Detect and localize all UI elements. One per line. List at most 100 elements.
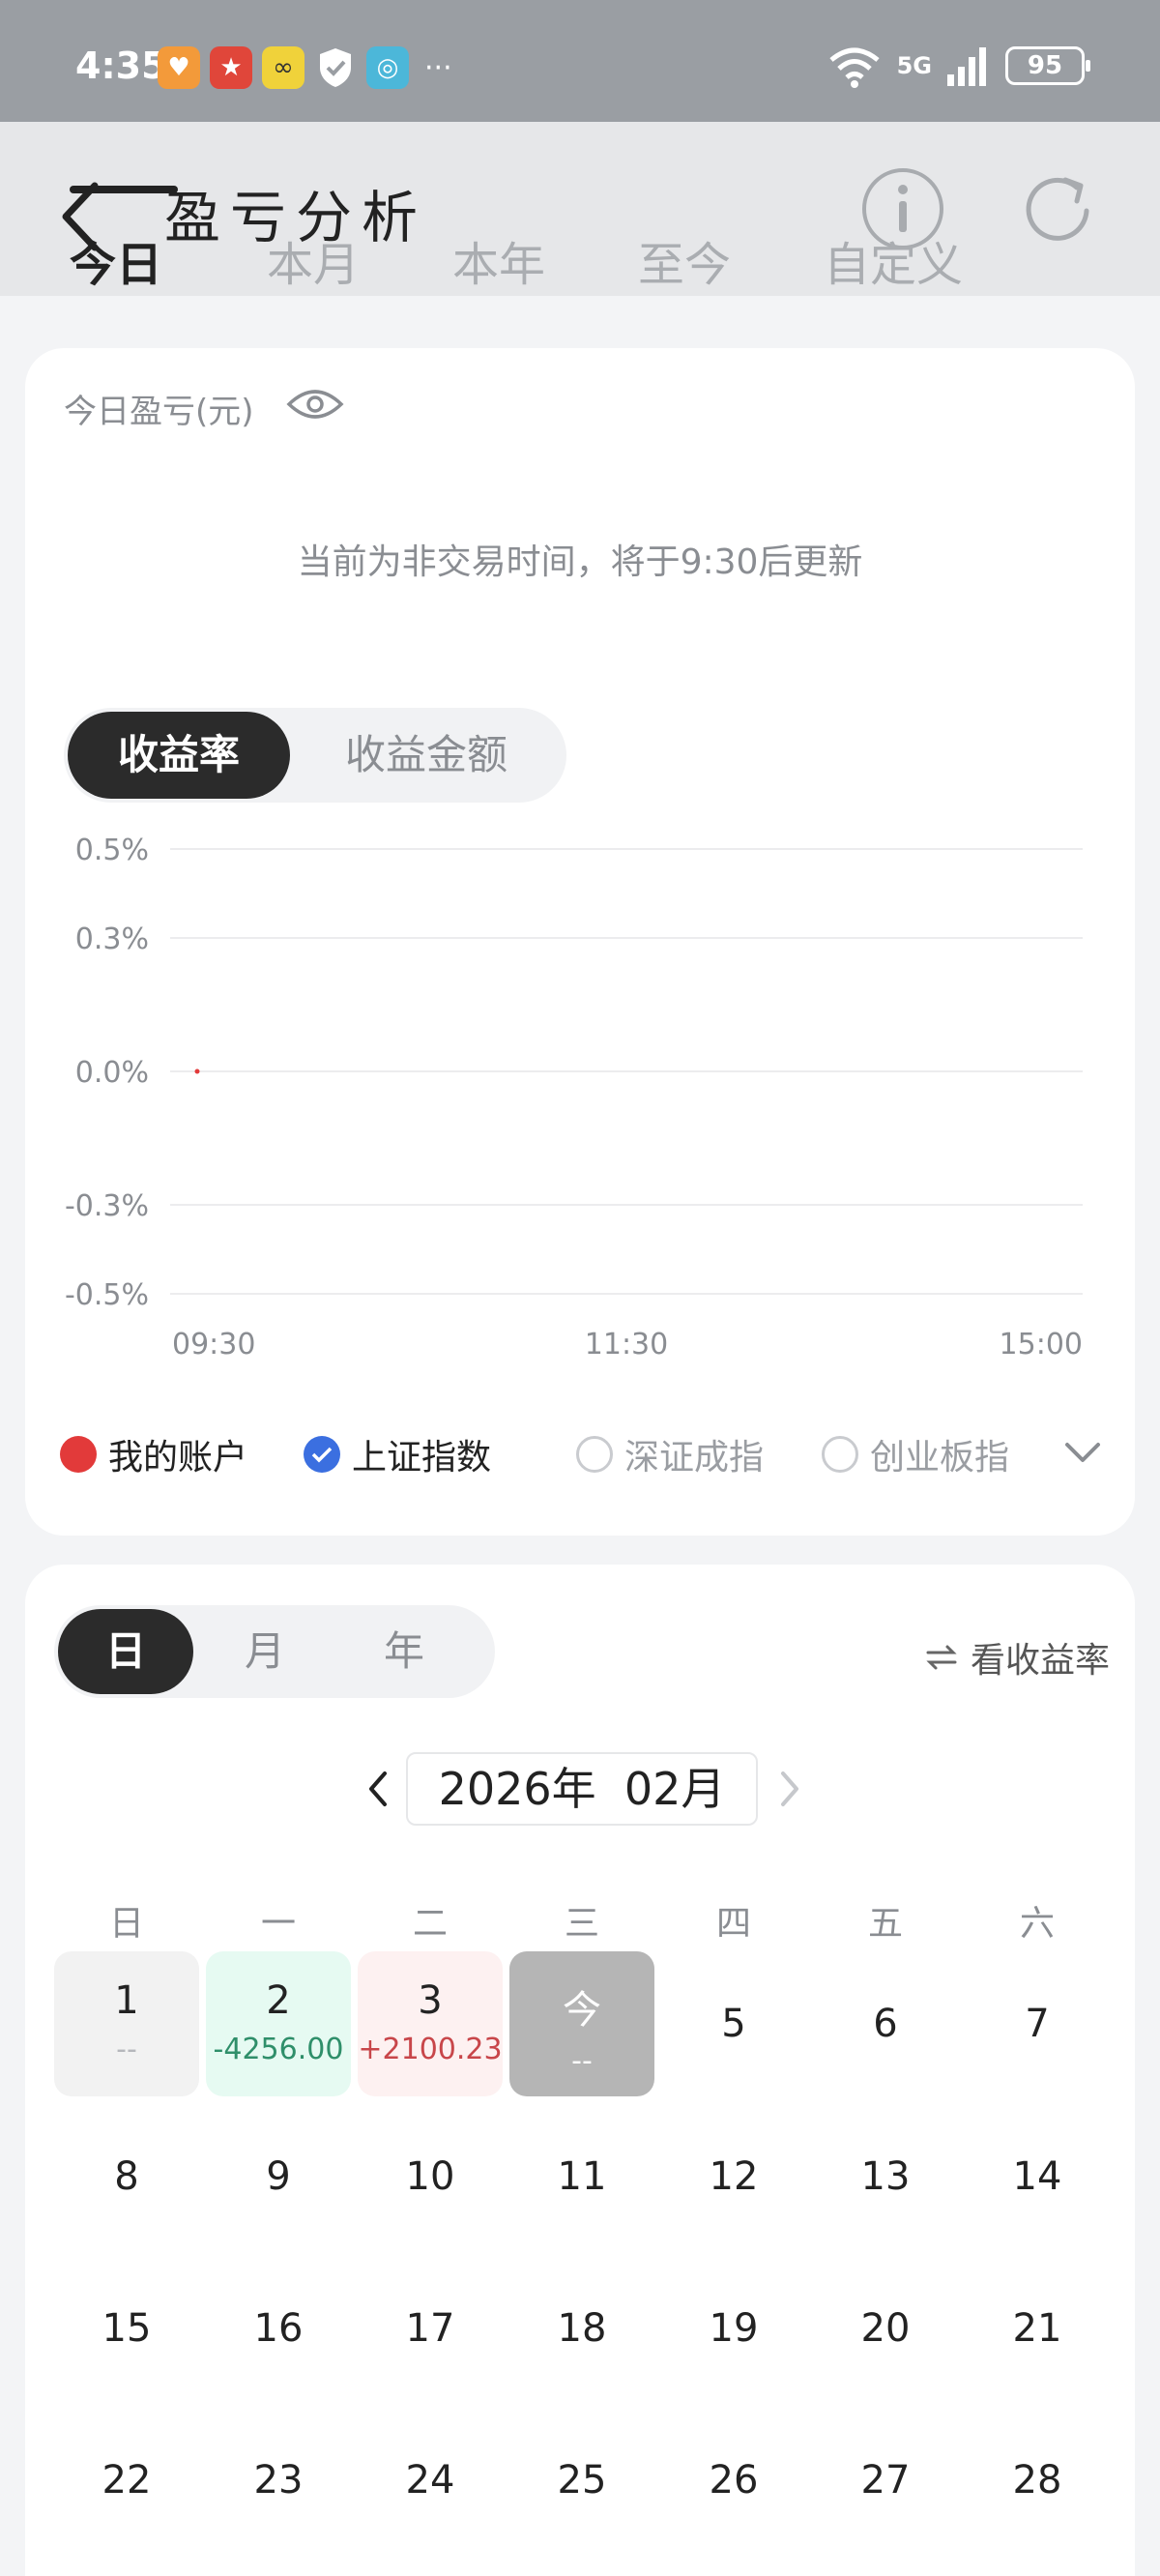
calendar-day[interactable]: 12 bbox=[661, 2104, 806, 2249]
calendar-day[interactable]: 5 bbox=[661, 1951, 806, 2096]
today-pnl-label: 今日盈亏(元) bbox=[64, 393, 254, 431]
calendar-day[interactable]: 22 bbox=[54, 2408, 199, 2553]
non-trading-notice: 当前为非交易时间，将于9:30后更新 bbox=[297, 542, 863, 582]
granularity-toggle: 日 月 年 bbox=[54, 1605, 495, 1698]
day-number: 3 bbox=[418, 1978, 443, 2023]
network-type: 5G bbox=[896, 52, 932, 79]
day-number: 22 bbox=[102, 2458, 152, 2503]
day-number: 17 bbox=[405, 2306, 455, 2351]
calendar-day[interactable]: 19 bbox=[661, 2256, 806, 2401]
calendar-day[interactable]: 13 bbox=[813, 2104, 958, 2249]
health-app-icon: ♥ bbox=[158, 46, 200, 89]
today-pnl-card: 今日盈亏(元) 当前为非交易时间，将于9:30后更新 收益率 收益金额 0.5%… bbox=[25, 348, 1135, 1536]
weekday-label: 一 bbox=[260, 1904, 296, 1944]
calendar-day[interactable]: 21 bbox=[965, 2256, 1110, 2401]
granularity-day[interactable]: 日 bbox=[58, 1609, 193, 1694]
calendar-day[interactable]: 7 bbox=[965, 1951, 1110, 2096]
day-number: 23 bbox=[253, 2458, 304, 2503]
day-number: 27 bbox=[860, 2458, 911, 2503]
day-number: 9 bbox=[266, 2154, 291, 2199]
chart-legend: 我的账户 上证指数 深证成指 创业板指 bbox=[60, 1429, 1104, 1487]
calendar-day[interactable]: 14 bbox=[965, 2104, 1110, 2249]
calendar-day[interactable]: 10 bbox=[358, 2104, 503, 2249]
day-number: 28 bbox=[1012, 2458, 1062, 2503]
y-tick-label: 0.3% bbox=[75, 922, 149, 956]
status-bar: 4:35 ♥ ★ ∞ ◎ ··· 5G 95 bbox=[0, 0, 1160, 122]
day-number: 8 bbox=[114, 2154, 139, 2199]
day-number: 21 bbox=[1012, 2306, 1062, 2351]
legend-chinext-index[interactable]: 创业板指 bbox=[822, 1429, 1009, 1479]
month-selector[interactable]: 2026年 02月 bbox=[406, 1752, 758, 1826]
day-number: 13 bbox=[860, 2154, 911, 2199]
calendar-day[interactable]: 16 bbox=[206, 2256, 351, 2401]
legend-sse-index[interactable]: 上证指数 bbox=[304, 1429, 491, 1479]
calendar-day[interactable]: 2 -4256.00 bbox=[206, 1951, 351, 2096]
shield-icon bbox=[314, 46, 357, 89]
more-notifications-icon: ··· bbox=[424, 50, 452, 85]
tab-this-year[interactable]: 本年 bbox=[452, 226, 545, 294]
calendar-day[interactable]: 25 bbox=[509, 2408, 654, 2553]
day-number: 26 bbox=[709, 2458, 759, 2503]
notification-icons: ♥ ★ ∞ ◎ ··· bbox=[158, 46, 452, 89]
calendar-day[interactable]: 18 bbox=[509, 2256, 654, 2401]
tab-today[interactable]: 今日 bbox=[70, 226, 162, 294]
y-tick-label: 0.5% bbox=[75, 834, 149, 867]
day-number: 1 bbox=[114, 1978, 139, 2023]
tab-this-month[interactable]: 本月 bbox=[267, 226, 360, 294]
legend-label: 上证指数 bbox=[352, 1438, 492, 1478]
day-number: 2 bbox=[266, 1978, 291, 2023]
weather-app-icon: ◎ bbox=[366, 46, 409, 89]
calendar-day[interactable]: 6 bbox=[813, 1951, 958, 2096]
day-number: 25 bbox=[557, 2458, 607, 2503]
calendar-day[interactable]: 3 +2100.23 bbox=[358, 1951, 503, 2096]
battery-indicator: 95 bbox=[1005, 46, 1090, 85]
day-pnl: +2100.23 bbox=[358, 2033, 503, 2066]
y-tick-label: -0.3% bbox=[65, 1189, 149, 1223]
calendar-day[interactable]: 11 bbox=[509, 2104, 654, 2249]
view-return-rate-link[interactable]: 看收益率 bbox=[924, 1632, 1110, 1683]
intraday-chart: 0.5% 0.3% 0.0% -0.3% -0.5% 09:30 11:30 15:00 bbox=[65, 834, 1083, 1361]
granularity-month[interactable]: 月 bbox=[197, 1609, 333, 1694]
chart-series bbox=[194, 1068, 200, 1074]
calendar-day[interactable]: 24 bbox=[358, 2408, 503, 2553]
day-pnl: -- bbox=[116, 2033, 137, 2066]
calendar-day[interactable]: 9 bbox=[206, 2104, 351, 2249]
status-right: 5G 95 bbox=[826, 43, 1090, 89]
weekday-label: 三 bbox=[564, 1904, 599, 1944]
status-time: 4:35 bbox=[75, 44, 167, 87]
chart-x-ticks: 09:30 11:30 15:00 bbox=[172, 1328, 1083, 1361]
calendar-day[interactable]: 1 -- bbox=[54, 1951, 199, 2096]
calendar-day-today[interactable]: 今 -- bbox=[509, 1951, 654, 2096]
chevron-down-icon[interactable] bbox=[1061, 1435, 1104, 1468]
granularity-year[interactable]: 年 bbox=[336, 1609, 472, 1694]
checkbox-empty-icon bbox=[576, 1436, 613, 1473]
day-number: 14 bbox=[1012, 2154, 1062, 2199]
weekday-label: 六 bbox=[1019, 1904, 1055, 1944]
period-tabs: 今日 本月 本年 至今 自定义 bbox=[0, 226, 1160, 296]
calendar-day[interactable]: 28 bbox=[965, 2408, 1110, 2553]
calendar-day[interactable]: 17 bbox=[358, 2256, 503, 2401]
tab-custom[interactable]: 自定义 bbox=[824, 226, 963, 294]
day-number: 15 bbox=[102, 2306, 152, 2351]
calendar-day[interactable]: 8 bbox=[54, 2104, 199, 2249]
day-number: 18 bbox=[557, 2306, 607, 2351]
calendar-day[interactable]: 20 bbox=[813, 2256, 958, 2401]
calendar-day[interactable]: 23 bbox=[206, 2408, 351, 2553]
calendar-day[interactable]: 15 bbox=[54, 2256, 199, 2401]
legend-szse-index[interactable]: 深证成指 bbox=[576, 1429, 764, 1479]
weekday-label: 五 bbox=[867, 1904, 903, 1944]
weekday-label: 日 bbox=[108, 1904, 144, 1944]
day-number: 11 bbox=[557, 2154, 607, 2199]
legend-my-account[interactable]: 我的账户 bbox=[60, 1429, 247, 1479]
chevron-right-icon[interactable] bbox=[775, 1770, 804, 1808]
mode-return-amount[interactable]: 收益金额 bbox=[296, 712, 557, 799]
chevron-left-icon[interactable] bbox=[363, 1770, 392, 1808]
day-number: 6 bbox=[873, 2002, 898, 2046]
day-number: 20 bbox=[860, 2306, 911, 2351]
mode-return-rate[interactable]: 收益率 bbox=[68, 712, 290, 799]
calendar-day[interactable]: 27 bbox=[813, 2408, 958, 2553]
chart-y-ticks: 0.5% 0.3% 0.0% -0.3% -0.5% bbox=[65, 834, 149, 1312]
calendar-day[interactable]: 26 bbox=[661, 2408, 806, 2553]
tab-to-date[interactable]: 至今 bbox=[638, 226, 731, 294]
eye-icon[interactable] bbox=[286, 387, 344, 422]
